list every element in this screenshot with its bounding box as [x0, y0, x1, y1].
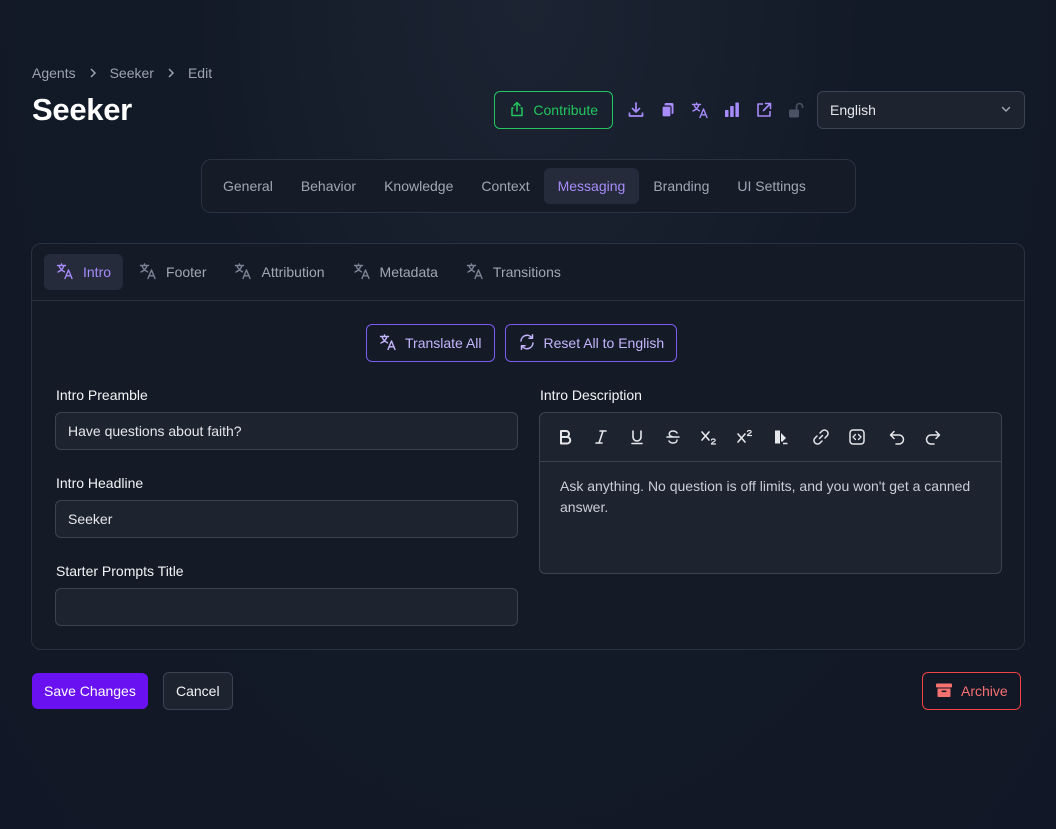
chevron-down-icon	[1000, 102, 1012, 118]
starter-prompts-title-label: Starter Prompts Title	[56, 563, 184, 579]
subtab-label: Transitions	[492, 264, 561, 280]
subtab-metadata[interactable]: Metadata	[341, 254, 450, 290]
underline-icon[interactable]	[624, 424, 650, 450]
archive-label: Archive	[961, 683, 1008, 699]
italic-icon[interactable]	[588, 424, 614, 450]
language-select[interactable]: English	[817, 91, 1025, 129]
main-tabs: General Behavior Knowledge Context Messa…	[201, 159, 856, 213]
subtab-footer[interactable]: Footer	[127, 254, 218, 290]
translate-icon	[234, 262, 252, 283]
share-icon	[509, 101, 525, 120]
intro-description-editor: Ask anything. No question is off limits,…	[539, 412, 1002, 574]
subtab-transitions[interactable]: Transitions	[454, 254, 573, 290]
bar-chart-icon[interactable]	[723, 101, 741, 119]
language-value: English	[830, 102, 876, 118]
chevron-right-icon	[86, 66, 100, 80]
breadcrumb-agents[interactable]: Agents	[32, 65, 76, 81]
reset-all-label: Reset All to English	[543, 335, 665, 351]
cancel-button[interactable]: Cancel	[163, 672, 233, 710]
subscript-icon[interactable]	[696, 424, 722, 450]
intro-preamble-input[interactable]	[55, 412, 518, 450]
redo-icon[interactable]	[920, 424, 946, 450]
translate-icon[interactable]	[691, 101, 709, 119]
header-icon-row	[627, 101, 805, 119]
page-title: Seeker	[32, 92, 132, 127]
archive-button[interactable]: Archive	[922, 672, 1021, 710]
save-changes-button[interactable]: Save Changes	[32, 673, 148, 709]
intro-headline-input[interactable]	[55, 500, 518, 538]
header-actions: Contribute English	[494, 91, 1025, 129]
tab-messaging[interactable]: Messaging	[543, 168, 640, 204]
link-icon[interactable]	[808, 424, 834, 450]
translate-icon	[353, 262, 371, 283]
subtab-label: Metadata	[379, 264, 438, 280]
subtab-intro[interactable]: Intro	[44, 254, 124, 290]
strikethrough-icon[interactable]	[660, 424, 686, 450]
translate-icon	[466, 262, 484, 283]
intro-headline-label: Intro Headline	[56, 475, 144, 491]
archive-icon	[935, 682, 953, 701]
bold-icon[interactable]	[552, 424, 578, 450]
reset-all-button[interactable]: Reset All to English	[504, 324, 678, 362]
translate-all-label: Translate All	[405, 335, 482, 351]
editor-toolbar	[540, 413, 1001, 462]
undo-icon[interactable]	[884, 424, 910, 450]
intro-description-content[interactable]: Ask anything. No question is off limits,…	[540, 462, 1001, 532]
breadcrumb: Agents Seeker Edit	[32, 65, 212, 81]
chevron-right-icon	[164, 66, 178, 80]
superscript-icon[interactable]	[732, 424, 758, 450]
unlock-icon[interactable]	[787, 101, 805, 119]
translate-all-button[interactable]: Translate All	[366, 324, 495, 362]
subtab-label: Attribution	[261, 264, 325, 280]
subtab-attribution[interactable]: Attribution	[222, 254, 336, 290]
subtab-label: Intro	[83, 264, 112, 280]
translate-icon	[139, 262, 157, 283]
tab-knowledge[interactable]: Knowledge	[370, 168, 467, 204]
tab-ui-settings[interactable]: UI Settings	[723, 168, 819, 204]
intro-description-label: Intro Description	[540, 387, 642, 403]
tab-context[interactable]: Context	[467, 168, 543, 204]
copy-icon[interactable]	[659, 101, 677, 119]
refresh-icon	[518, 333, 536, 354]
tab-branding[interactable]: Branding	[639, 168, 723, 204]
translate-icon	[379, 333, 397, 354]
messaging-panel: Intro Footer Attribution Metadata Transi…	[31, 243, 1025, 650]
breadcrumb-seeker[interactable]: Seeker	[110, 65, 154, 81]
translate-icon	[56, 262, 74, 283]
highlight-icon[interactable]	[768, 424, 794, 450]
sub-tabs: Intro Footer Attribution Metadata Transi…	[32, 244, 1024, 301]
download-icon[interactable]	[627, 101, 645, 119]
subtab-label: Footer	[166, 264, 207, 280]
intro-preamble-label: Intro Preamble	[56, 387, 148, 403]
translation-actions: Translate All Reset All to English	[366, 324, 678, 362]
breadcrumb-edit: Edit	[187, 65, 213, 81]
contribute-label: Contribute	[533, 102, 598, 118]
external-link-icon[interactable]	[755, 101, 773, 119]
tab-general[interactable]: General	[209, 168, 287, 204]
code-icon[interactable]	[844, 424, 870, 450]
tab-behavior[interactable]: Behavior	[287, 168, 370, 204]
contribute-button[interactable]: Contribute	[494, 91, 613, 129]
starter-prompts-title-input[interactable]	[55, 588, 518, 626]
